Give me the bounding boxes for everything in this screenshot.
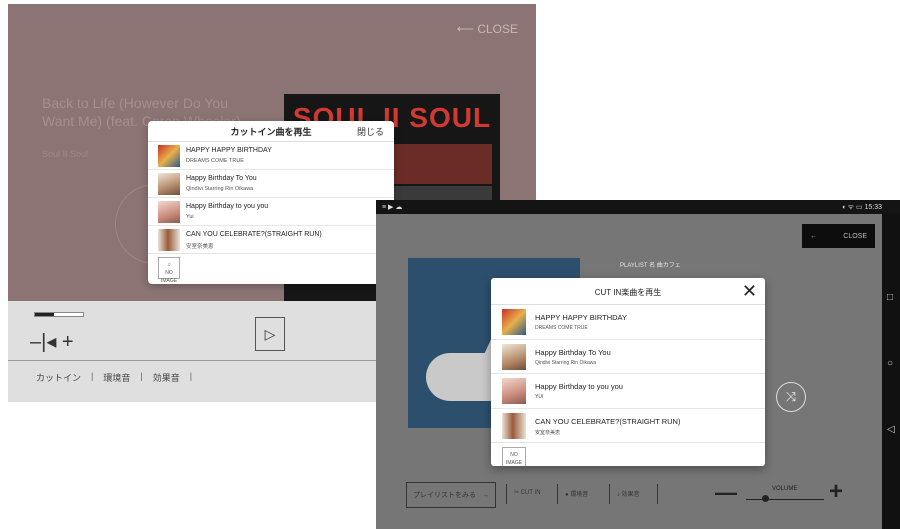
tab-ambient[interactable]: 環境音 [103,371,130,384]
tab-cutin[interactable]: カットイン [36,371,81,384]
list-item[interactable]: NO IMAGE [491,443,765,466]
tab-separator [506,484,507,504]
list-item-artist: YUI [535,394,544,400]
progress-fill [35,313,55,316]
list-item-artist: Qindivi Starring Rin Oikawa [535,359,597,366]
list-item-title: HAPPY HAPPY BIRTHDAY [535,313,627,322]
playlist-meta: PLAYLIST 名 曲カフェ [620,263,681,269]
list-item-artist: DREAMS COME TRUE [186,158,244,164]
status-right-icons: ◖ ᯤ ▭ 15:33 [841,204,882,211]
shuffle-icon: ⤨ [785,389,797,404]
list-item-title: HAPPY HAPPY BIRTHDAY [186,147,272,154]
list-item-title: CAN YOU CELEBRATE?(STRAIGHT RUN) [186,231,322,238]
progress-bar[interactable] [34,312,84,317]
close-button[interactable]: ← CLOSE [802,224,875,248]
volume-thumb[interactable] [762,495,769,502]
list-item-artist: 安室奈美恵 [535,429,561,436]
volume-down-button[interactable]: — [715,480,737,506]
tab-separator [609,484,610,504]
track-thumbnail [158,173,180,195]
list-item[interactable]: Happy Birthday To You Qindivi Starring R… [148,170,394,198]
list-item[interactable]: Happy Birthday to you you Yui [148,198,394,226]
no-image-text: NO IMAGE [160,270,178,284]
no-image-thumbnail: ♫ NO IMAGE [158,257,180,284]
track-thumbnail [502,412,526,439]
artist-name: Soul II Soul [42,149,89,159]
volume-track [746,499,824,500]
back-icon[interactable]: ◁ [887,424,895,435]
close-link[interactable]: ⟵ CLOSE [457,22,518,36]
tab-effects[interactable]: ♪ 効果音 [617,489,640,498]
music-note-icon: ♫ [167,262,171,268]
home-icon[interactable]: ○ [887,358,893,369]
list-item-title: CAN YOU CELEBRATE?(STRAIGHT RUN) [535,416,681,426]
shuffle-button[interactable]: ⤨ [776,382,806,412]
tab-label: CUT IN [520,490,541,496]
list-item[interactable]: HAPPY HAPPY BIRTHDAY DREAMS COME TRUE [491,305,765,340]
list-item-title: Happy Birthday to you you [535,382,623,391]
track-thumbnail [502,309,526,335]
view-playlist-button[interactable]: プレイリストをみる → [406,482,496,508]
tab-separator: | [189,371,193,381]
cutin-modal-android: CUT IN楽曲を再生 ✕ HAPPY HAPPY BIRTHDAY DREAM… [491,278,765,466]
track-thumbnail [502,378,526,404]
tab-ambient[interactable]: ● 環境音 [565,489,588,498]
music-note-icon: ♪ [617,492,620,498]
tab-separator [557,484,558,504]
tab-cutin[interactable]: ✂ CUT IN [514,489,541,496]
list-item-title: Happy Birthday To You [186,175,257,182]
player-bottom-bar: プレイリストをみる → ✂ CUT IN ● 環境音 ♪ 効果音 — VOLUM… [406,478,876,510]
tab-effects[interactable]: 効果音 [153,371,180,384]
track-thumbnail [158,229,180,251]
list-item-artist: DREAMS COME TRUE [535,325,588,331]
status-left-icons: ≡ ▶ ☁ [382,204,403,211]
track-thumbnail [502,343,526,370]
volume-up-button[interactable]: + [829,478,843,506]
list-item[interactable]: Happy Birthday to you you YUI [491,374,765,409]
tab-label: 効果音 [621,492,640,498]
list-item-title: Happy Birthday to you you [186,203,269,210]
view-playlist-label: プレイリストをみる [413,492,476,499]
track-thumbnail [158,145,180,167]
no-image-thumbnail: NO IMAGE [502,447,526,466]
bottom-tabs: カットイン | 環境音 | 効果音 | [36,371,192,384]
list-item[interactable]: HAPPY HAPPY BIRTHDAY DREAMS COME TRUE [148,142,394,170]
volume-slider[interactable]: VOLUME [746,486,824,504]
status-bar: ≡ ▶ ☁ ◖ ᯤ ▭ 15:33 [376,200,900,214]
play-icon: ▷ [264,325,276,342]
list-item[interactable]: ♫ NO IMAGE [148,254,394,284]
close-icon[interactable]: ✕ [742,281,757,302]
tab-separator [657,484,658,504]
list-item-artist: Qindivi Starring Rin Oikawa [186,186,254,192]
tab-separator: | [91,371,94,381]
ambient-icon: ● [565,492,569,498]
close-button-label: CLOSE [843,232,867,240]
arrow-right-icon: → [482,491,489,499]
tab-label: 環境音 [570,492,589,498]
list-item-artist: 安室奈美恵 [186,244,214,250]
cutin-icon: ✂ [514,490,520,496]
list-item-title: Happy Birthday To You [535,347,611,357]
recent-apps-icon[interactable]: □ [887,292,893,303]
track-thumbnail [158,201,180,223]
play-button[interactable]: ▷ [255,317,285,351]
android-nav-bar: □ ○ ◁ [882,214,900,529]
volume-label: VOLUME [772,486,798,492]
modal-title: CUT IN楽曲を再生 [594,288,662,297]
list-item-artist: Yui [186,214,194,220]
cutin-modal-ipad: カットイン曲を再生 閉じる HAPPY HAPPY BIRTHDAY DREAM… [148,121,394,284]
modal-close-button[interactable]: 閉じる [357,125,384,138]
volume-control[interactable]: –|◂ + [30,329,74,354]
modal-header: カットイン曲を再生 閉じる [148,121,394,142]
modal-header: CUT IN楽曲を再生 ✕ [491,278,765,305]
list-item[interactable]: CAN YOU CELEBRATE?(STRAIGHT RUN) 安室奈美恵 [491,409,765,443]
list-item[interactable]: Happy Birthday To You Qindivi Starring R… [491,340,765,374]
tab-separator: | [140,371,143,381]
arrow-left-icon: ← [810,232,817,240]
list-item[interactable]: CAN YOU CELEBRATE?(STRAIGHT RUN) 安室奈美恵 [148,226,394,254]
